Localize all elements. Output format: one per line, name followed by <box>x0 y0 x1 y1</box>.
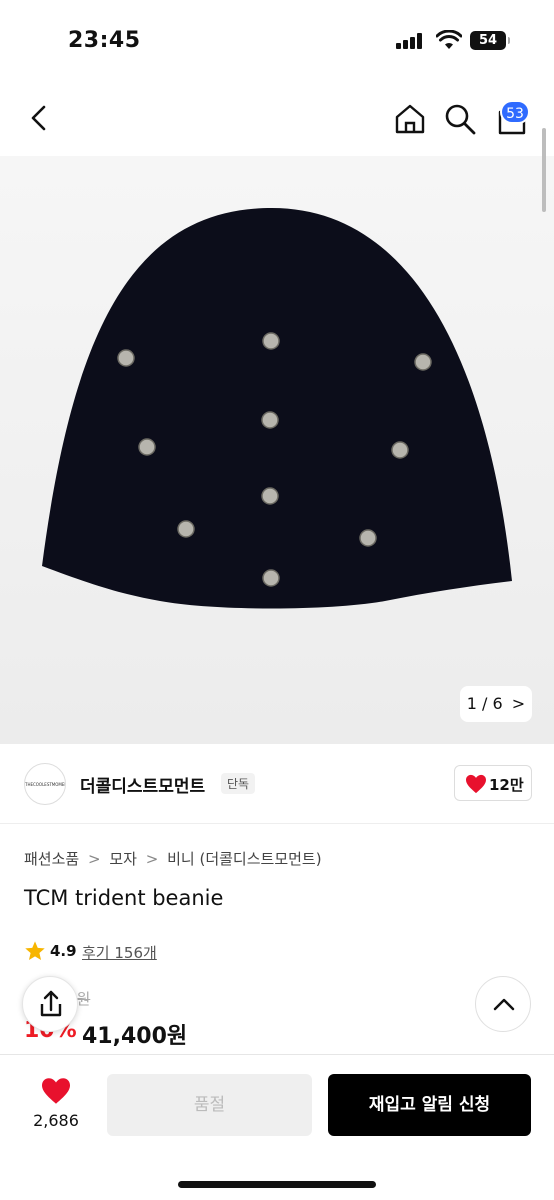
breadcrumb-separator: > <box>145 850 159 868</box>
exclusive-badge: 단독 <box>221 773 256 794</box>
share-button[interactable] <box>22 976 78 1032</box>
chevron-up-icon <box>493 998 515 1011</box>
brand-like-count: 12만 <box>489 776 524 794</box>
back-icon[interactable] <box>22 100 58 136</box>
wishlist-heart-icon[interactable] <box>40 1077 72 1105</box>
brand-row[interactable]: THECOOLESTMOMENT 더콜디스트모먼트 단독 12만 <box>0 744 554 824</box>
scroll-top-button[interactable] <box>475 976 531 1032</box>
heart-icon <box>466 774 486 794</box>
status-bar: 23:45 54 <box>0 0 554 84</box>
bottom-action-bar: 2,686 품절 재입고 알림 신청 <box>0 1054 554 1200</box>
soldout-button[interactable]: 품절 <box>107 1074 312 1136</box>
star-icon <box>25 941 45 960</box>
breadcrumb-item[interactable]: 패션소품 <box>24 850 79 868</box>
cellular-signal-icon <box>396 33 426 49</box>
chevron-right-icon: > <box>511 694 526 713</box>
breadcrumb-separator: > <box>87 850 101 868</box>
cart-count-badge: 53 <box>500 100 530 124</box>
home-icon[interactable] <box>392 101 428 137</box>
search-icon[interactable] <box>442 101 478 137</box>
battery-icon: 54 <box>470 31 510 50</box>
restock-alert-button[interactable]: 재입고 알림 신청 <box>328 1074 531 1136</box>
wifi-icon <box>436 30 462 49</box>
status-time: 23:45 <box>68 28 141 53</box>
review-count-link[interactable]: 후기 156개 <box>82 942 157 963</box>
breadcrumb: 패션소품 > 모자 > 비니 (더콜디스트모먼트) <box>24 848 322 869</box>
beanie-image <box>42 208 512 609</box>
home-indicator <box>178 1181 376 1188</box>
sale-price: 41,400원 <box>82 1024 188 1049</box>
breadcrumb-item[interactable]: 비니 (더콜디스트모먼트) <box>167 850 321 868</box>
brand-name[interactable]: 더콜디스트모먼트 <box>80 772 205 797</box>
wishlist-count: 2,686 <box>33 1111 79 1130</box>
scrollbar[interactable] <box>542 128 546 212</box>
share-icon <box>40 990 62 1017</box>
product-title: TCM trident beanie <box>24 886 224 910</box>
rating-value: 4.9 <box>50 942 77 960</box>
brand-logo: THECOOLESTMOMENT <box>24 763 66 805</box>
brand-like-button[interactable]: 12만 <box>454 765 532 801</box>
image-counter[interactable]: 1 / 6 > <box>460 686 532 722</box>
breadcrumb-item[interactable]: 모자 <box>109 850 137 868</box>
top-nav <box>0 84 554 156</box>
product-image-gallery[interactable] <box>0 156 554 744</box>
